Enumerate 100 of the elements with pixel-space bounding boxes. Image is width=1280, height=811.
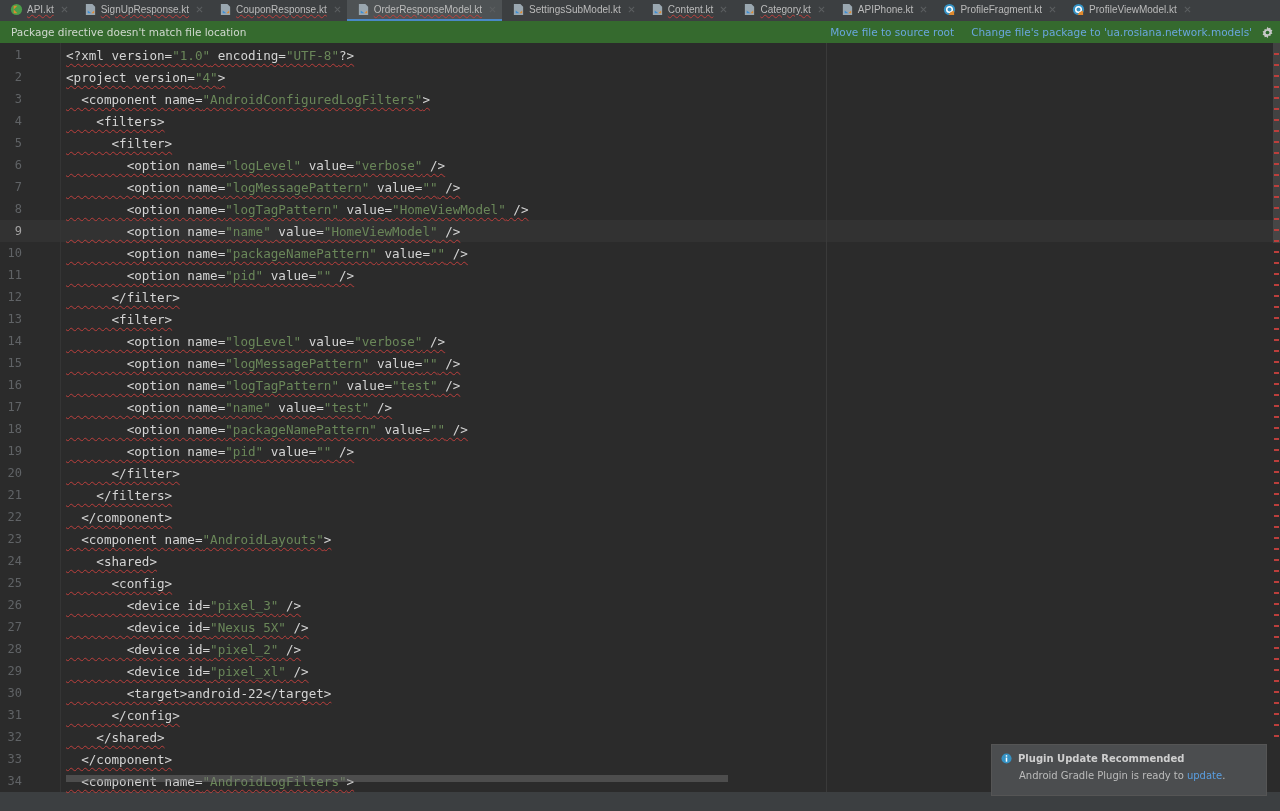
code-line: <filter> — [110, 311, 173, 327]
code-line: <option name="pid" value="" /> — [125, 443, 355, 459]
code-line: </shared> — [95, 729, 165, 745]
file-tab[interactable]: ProfileViewModel.kt — [1062, 0, 1197, 21]
code-line: </component> — [80, 751, 173, 767]
line-number: 17 — [6, 400, 22, 414]
line-number: 15 — [6, 356, 22, 370]
line-number: 16 — [6, 378, 22, 392]
code-line: <option name="name" value="HomeViewModel" /> — [125, 223, 461, 239]
code-line: <shared> — [95, 553, 157, 569]
line-number: 8 — [13, 202, 22, 216]
code-line: <project version="4"> — [66, 69, 226, 85]
close-icon[interactable] — [817, 6, 825, 13]
file-icon — [83, 3, 97, 16]
line-number: 18 — [6, 422, 22, 436]
code-line: <device id="Nexus 5X" /> — [125, 619, 309, 635]
line-number: 30 — [6, 686, 22, 700]
code-line: <config> — [110, 575, 173, 591]
file-icon — [743, 3, 757, 16]
line-number: 34 — [6, 774, 22, 788]
close-icon[interactable] — [1049, 6, 1057, 13]
line-number: 14 — [6, 334, 22, 348]
code-line: <filter> — [110, 135, 173, 151]
code-line: <option name="logTagPattern" value="HomeViewModel" /> — [125, 201, 529, 217]
line-number: 7 — [13, 180, 22, 194]
class-icon — [943, 3, 957, 16]
close-icon[interactable] — [196, 6, 204, 13]
code-line: <device id="pixel_xl" /> — [125, 663, 309, 679]
code-line: </filters> — [95, 487, 173, 503]
close-icon[interactable] — [720, 6, 728, 13]
line-number: 21 — [6, 488, 22, 502]
kotlin-file-icon — [10, 3, 23, 16]
code-line: <option name="packageNamePattern" value="" /> — [125, 421, 468, 437]
info-icon — [1001, 753, 1012, 764]
close-icon[interactable] — [60, 6, 68, 13]
class-icon — [1072, 3, 1086, 16]
file-tab[interactable]: OrderResponseModel.kt — [346, 0, 503, 21]
code-line: <target>android-22</target> — [125, 685, 332, 701]
line-number: 29 — [6, 664, 22, 678]
file-tab[interactable]: SettingsSubModel.kt — [502, 0, 641, 21]
close-icon[interactable] — [920, 6, 928, 13]
line-number: 24 — [6, 554, 22, 568]
scrollbar[interactable] — [1273, 43, 1280, 243]
notification-period: . — [1222, 770, 1226, 781]
line-number: 23 — [6, 532, 22, 546]
code-line: <option name="packageNamePattern" value="" /> — [125, 245, 468, 261]
line-number: 20 — [6, 466, 22, 480]
settings-icon[interactable] — [1261, 25, 1274, 39]
close-icon[interactable] — [627, 6, 635, 13]
file-icon — [219, 3, 233, 16]
close-icon[interactable] — [333, 6, 341, 13]
line-number: 28 — [6, 642, 22, 656]
code-line: <option name="pid" value="" /> — [125, 267, 355, 283]
line-number: 12 — [6, 290, 22, 304]
code-line: <?xml version="1.0" encoding="UTF-8"?> — [66, 47, 355, 63]
line-number: 26 — [6, 598, 22, 612]
code-line: </filter> — [110, 289, 180, 305]
file-icon — [356, 3, 370, 16]
code-line: <option name="logLevel" value="verbose" /> — [125, 157, 446, 173]
code-line: </component> — [80, 509, 173, 525]
file-tab[interactable]: SignUpResponse.kt — [73, 0, 210, 21]
notification-text: Android Gradle Plugin is ready to — [1019, 770, 1184, 781]
line-number: 13 — [6, 312, 22, 326]
file-tab[interactable]: CouponResponse.kt — [209, 0, 347, 21]
line-number: 31 — [6, 708, 22, 722]
line-number: 3 — [13, 92, 22, 106]
line-number: 4 — [13, 114, 22, 128]
code-line: <component name="AndroidConfiguredLogFilters"> — [80, 91, 430, 107]
banner-message: Package directive doesn't match file location — [11, 26, 247, 38]
line-number: 19 — [6, 444, 22, 458]
line-number: 9 — [13, 224, 22, 238]
code-line: <component name="AndroidLogFilters"> — [80, 773, 355, 789]
file-tab[interactable]: Category.kt — [733, 0, 831, 21]
code-line: <option name="logMessagePattern" value="" /> — [125, 355, 461, 371]
close-icon[interactable] — [1183, 6, 1191, 13]
line-number: 33 — [6, 752, 22, 766]
code-line: <option name="logMessagePattern" value="" /> — [125, 179, 461, 195]
notification-title: Plugin Update Recommended — [1018, 753, 1185, 764]
line-number: 1 — [13, 48, 22, 62]
file-icon — [840, 3, 854, 16]
line-number: 6 — [13, 158, 22, 172]
line-number: 27 — [6, 620, 22, 634]
code-line: </filter> — [110, 465, 180, 481]
line-number: 25 — [6, 576, 22, 590]
code-line: <option name="name" value="test" /> — [125, 399, 393, 415]
code-line: <filters> — [95, 113, 165, 129]
line-number: 11 — [6, 268, 22, 282]
line-number: 5 — [13, 136, 22, 150]
line-number: 22 — [6, 510, 22, 524]
line-number: 2 — [13, 70, 22, 84]
code-line: </config> — [110, 707, 180, 723]
file-tab[interactable]: API.kt — [0, 0, 74, 21]
file-icon — [650, 3, 664, 16]
file-tab[interactable]: Content.kt — [640, 0, 734, 21]
file-tab[interactable]: APIPhone.kt — [830, 0, 934, 21]
file-tab[interactable]: ProfileFragment.kt — [933, 0, 1063, 21]
code-line: <component name="AndroidLayouts"> — [80, 531, 332, 547]
line-number: 10 — [6, 246, 22, 260]
code-line: <option name="logLevel" value="verbose" /> — [125, 333, 446, 349]
code-line: <option name="logTagPattern" value="test" /> — [125, 377, 461, 393]
